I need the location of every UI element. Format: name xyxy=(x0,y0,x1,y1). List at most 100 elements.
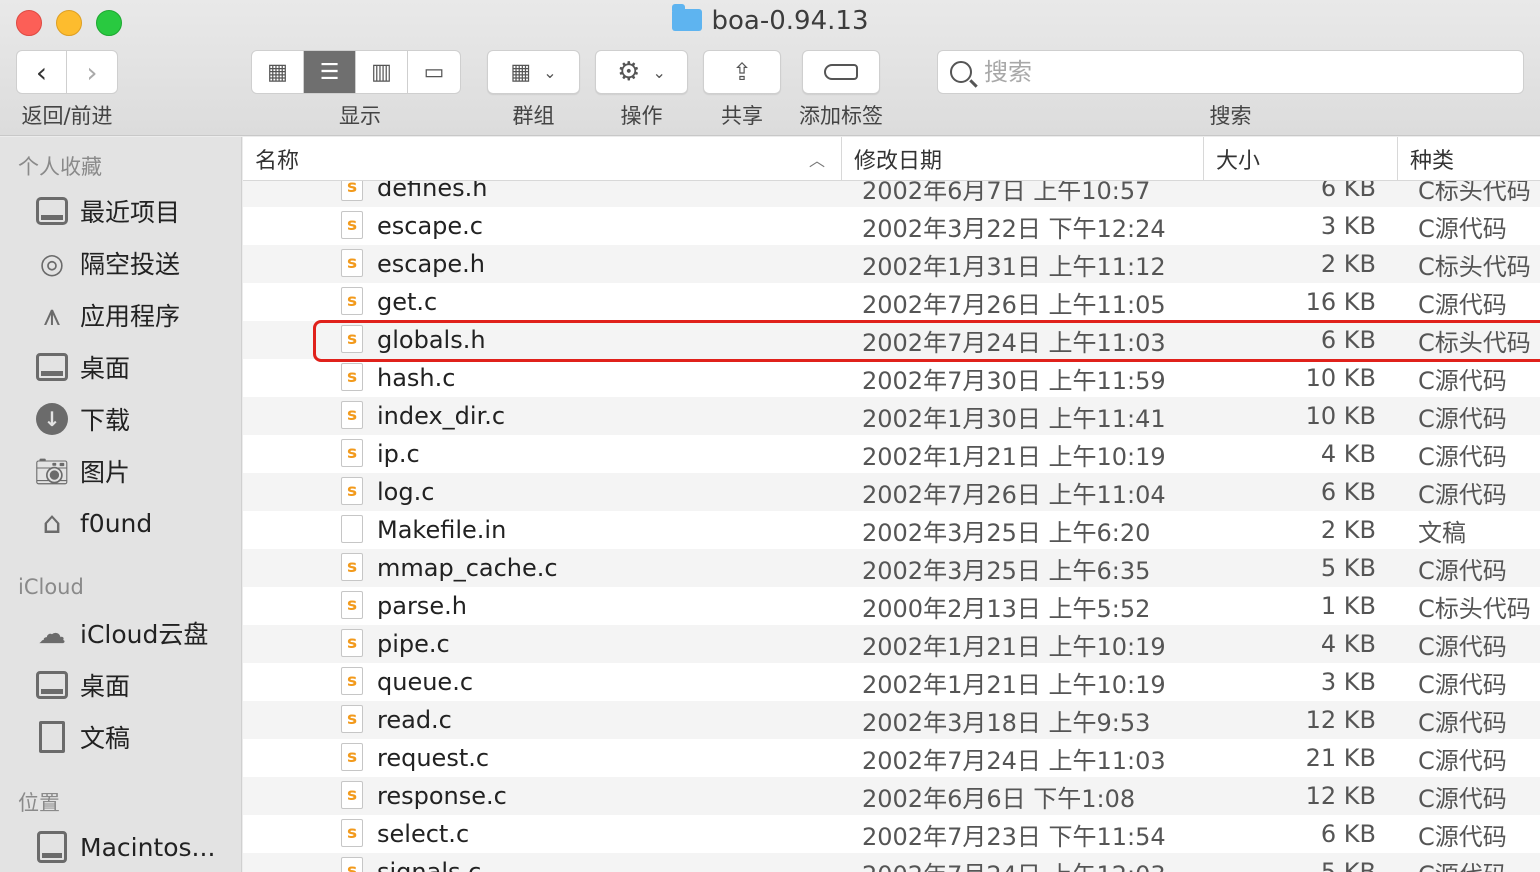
file-kind: C源代码 xyxy=(1418,670,1507,699)
file-name: log.c xyxy=(377,478,435,506)
list-icon: ☰ xyxy=(319,59,340,85)
grid-icon: ▦ xyxy=(510,59,532,85)
file-size: 2 KB xyxy=(1320,516,1376,544)
file-name: read.c xyxy=(377,706,452,734)
sidebar-item-airdrop[interactable]: ◎ 隔空投送 xyxy=(34,241,239,285)
applications-icon: ⩚ xyxy=(43,297,61,333)
table-row[interactable]: s Makefile.in 2002年3月25日 上午6:20 2 KB 文稿 xyxy=(243,511,1540,549)
action-button[interactable]: ⚙ ⌄ xyxy=(595,50,688,94)
file-list: 名称 ︿ 修改日期 大小 种类 s defines.h 2002年6月7日 上午10… xyxy=(243,137,1540,872)
file-kind: C源代码 xyxy=(1418,480,1507,509)
sidebar-item-documents[interactable]: 文稿 xyxy=(34,715,239,759)
tag-button[interactable] xyxy=(802,50,880,94)
sidebar-item-downloads[interactable]: ↓ 下载 xyxy=(34,397,239,441)
airdrop-icon: ◎ xyxy=(39,246,65,280)
sidebar-item-recents[interactable]: 最近项目 xyxy=(34,189,239,233)
back-button[interactable]: ‹ xyxy=(17,51,67,93)
file-kind: C源代码 xyxy=(1418,855,1507,872)
file-size: 3 KB xyxy=(1320,212,1376,240)
file-name: escape.h xyxy=(377,250,486,278)
sidebar-item-home[interactable]: ⌂ f0und xyxy=(34,501,239,545)
file-kind: C源代码 xyxy=(1418,442,1507,471)
list-view-button[interactable]: ☰ xyxy=(304,51,356,93)
table-row[interactable]: s queue.c 2002年1月21日 上午10:19 3 KB C源代码 xyxy=(243,663,1540,701)
file-name: mmap_cache.c xyxy=(377,554,558,582)
table-row[interactable]: s log.c 2002年7月26日 上午11:04 6 KB C源代码 xyxy=(243,473,1540,511)
file-size: 4 KB xyxy=(1320,440,1376,468)
favorites-header: 个人收藏 xyxy=(18,155,102,179)
file-date: 2002年1月21日 上午10:19 xyxy=(862,632,1166,661)
file-size: 6 KB xyxy=(1320,478,1376,506)
column-header-size-label: 大小 xyxy=(1216,149,1261,174)
table-row[interactable]: s globals.h 2002年7月24日 上午11:03 6 KB C标头代码 xyxy=(243,321,1540,359)
source-file-icon: s xyxy=(341,477,363,505)
group-button[interactable]: ▦ ⌄ xyxy=(487,50,580,94)
table-row[interactable]: s index_dir.c 2002年1月30日 上午11:41 10 KB C源代码 xyxy=(243,397,1540,435)
forward-button[interactable]: › xyxy=(67,51,117,93)
file-date: 2002年7月24日 上午11:03 xyxy=(862,746,1166,775)
file-date: 2000年2月13日 上午5:52 xyxy=(862,594,1151,623)
sidebar-item-applications[interactable]: ⩚ 应用程序 xyxy=(34,293,239,337)
column-header-kind[interactable]: 种类 xyxy=(1398,137,1540,181)
file-size: 16 KB xyxy=(1305,288,1376,316)
file-date: 2002年1月30日 上午11:41 xyxy=(862,404,1166,433)
file-name: get.c xyxy=(377,288,438,316)
search-label: 搜索 xyxy=(1209,104,1252,128)
sidebar-item-icloud-drive[interactable]: ☁︎ iCloud云盘 xyxy=(34,611,239,655)
file-date: 2002年7月24日 上午12:03 xyxy=(862,855,1166,872)
table-row[interactable]: s escape.c 2002年3月22日 下午12:24 3 KB C源代码 xyxy=(243,207,1540,245)
home-icon: ⌂ xyxy=(42,505,62,541)
table-row[interactable]: s hash.c 2002年7月30日 上午11:59 10 KB C源代码 xyxy=(243,359,1540,397)
sidebar-item-label: 最近项目 xyxy=(80,198,181,227)
source-file-icon: s xyxy=(341,857,363,872)
table-row[interactable]: s parse.h 2000年2月13日 上午5:52 1 KB C标头代码 xyxy=(243,587,1540,625)
file-date: 2002年6月6日 下午1:08 xyxy=(862,784,1136,813)
share-button[interactable]: ⇪ xyxy=(703,50,781,94)
file-size: 6 KB xyxy=(1320,820,1376,848)
table-row[interactable]: s ip.c 2002年1月21日 上午10:19 4 KB C源代码 xyxy=(243,435,1540,473)
icon-view-button[interactable]: ▦ xyxy=(252,51,304,93)
column-header-name[interactable]: 名称 ︿ xyxy=(243,137,842,181)
sidebar-item-label: f0und xyxy=(80,508,153,538)
file-kind: C源代码 xyxy=(1418,632,1507,661)
table-row[interactable]: s read.c 2002年3月18日 上午9:53 12 KB C源代码 xyxy=(243,701,1540,739)
file-name: signals.c xyxy=(377,858,482,872)
file-kind: C源代码 xyxy=(1418,366,1507,395)
table-row[interactable]: s request.c 2002年7月24日 上午11:03 21 KB C源代码 xyxy=(243,739,1540,777)
column-header-kind-label: 种类 xyxy=(1410,149,1455,174)
table-row[interactable]: s escape.h 2002年1月31日 上午11:12 2 KB C标头代码 xyxy=(243,245,1540,283)
file-size: 4 KB xyxy=(1320,630,1376,658)
file-date: 2002年7月24日 上午11:03 xyxy=(862,328,1166,357)
action-label: 操作 xyxy=(620,104,663,128)
view-segment: ▦ ☰ ▥ ▭ xyxy=(251,50,461,94)
file-size: 12 KB xyxy=(1305,706,1376,734)
table-row[interactable]: s select.c 2002年7月23日 下午11:54 6 KB C源代码 xyxy=(243,815,1540,853)
file-date: 2002年7月23日 下午11:54 xyxy=(862,822,1166,851)
table-row[interactable]: s response.c 2002年6月6日 下午1:08 12 KB C源代码 xyxy=(243,777,1540,815)
search-input[interactable] xyxy=(984,58,1504,86)
sidebar-item-pictures[interactable]: 📷︎ 图片 xyxy=(34,449,239,493)
table-row[interactable]: s pipe.c 2002年1月21日 上午10:19 4 KB C源代码 xyxy=(243,625,1540,663)
gallery-icon: ▭ xyxy=(423,59,445,85)
sidebar-item-icloud-desktop[interactable]: 桌面 xyxy=(34,663,239,707)
file-date: 2002年3月18日 上午9:53 xyxy=(862,708,1151,737)
sidebar-item-desktop[interactable]: 桌面 xyxy=(34,345,239,389)
source-file-icon: s xyxy=(341,705,363,733)
sidebar-item-macintosh-hd[interactable]: Macintos... xyxy=(34,825,239,869)
table-row[interactable]: s mmap_cache.c 2002年3月25日 上午6:35 5 KB C源代码 xyxy=(243,549,1540,587)
file-kind: 文稿 xyxy=(1418,518,1466,547)
column-header-size[interactable]: 大小 xyxy=(1204,137,1398,181)
column-view-button[interactable]: ▥ xyxy=(356,51,408,93)
source-file-icon: s xyxy=(341,667,363,695)
table-row[interactable]: s signals.c 2002年7月24日 上午12:03 5 KB C源代码 xyxy=(243,853,1540,872)
icloud-header: iCloud xyxy=(18,575,84,599)
column-header-date[interactable]: 修改日期 xyxy=(842,137,1204,181)
file-kind: C源代码 xyxy=(1418,556,1507,585)
sidebar-item-label: 桌面 xyxy=(80,672,131,701)
view-label: 显示 xyxy=(339,104,381,128)
file-name: parse.h xyxy=(377,592,467,620)
table-row[interactable]: s get.c 2002年7月26日 上午11:05 16 KB C源代码 xyxy=(243,283,1540,321)
source-file-icon: s xyxy=(341,629,363,657)
sidebar-item-label: 图片 xyxy=(80,458,131,487)
gallery-view-button[interactable]: ▭ xyxy=(408,51,460,93)
